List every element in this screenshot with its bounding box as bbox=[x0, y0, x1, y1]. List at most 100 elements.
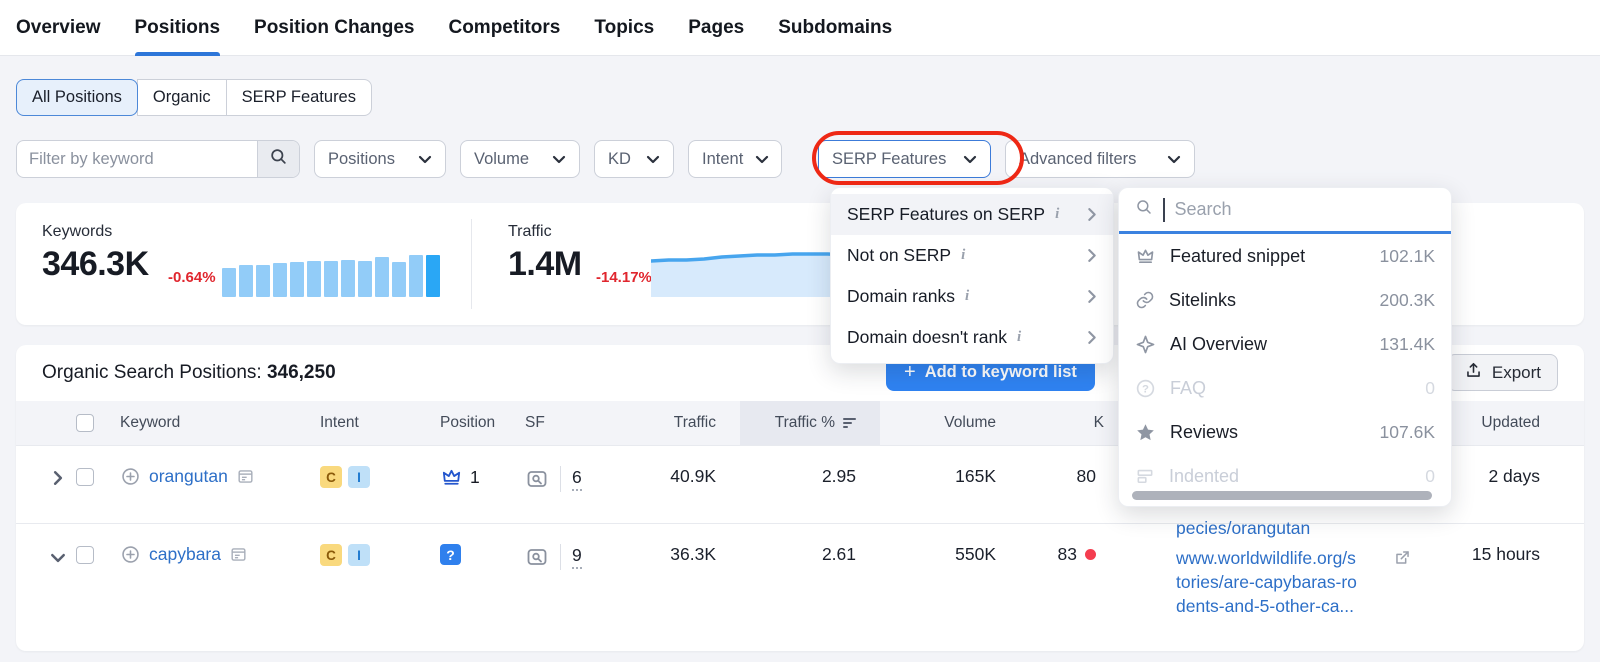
submenu-item-sitelinks[interactable]: Sitelinks 200.3K bbox=[1119, 278, 1451, 322]
submenu-item-reviews[interactable]: Reviews 107.6K bbox=[1119, 410, 1451, 454]
header-traffic[interactable]: Traffic bbox=[630, 414, 740, 432]
keywords-bar bbox=[409, 255, 423, 297]
header-updated[interactable]: Updated bbox=[1450, 414, 1584, 432]
keywords-stat-change: -0.64% bbox=[168, 269, 216, 286]
keywords-bar bbox=[358, 261, 372, 297]
keywords-bar bbox=[307, 261, 321, 297]
menu-item-not-on-serp[interactable]: Not on SERP i bbox=[831, 235, 1113, 276]
view-organic[interactable]: Organic bbox=[137, 79, 227, 116]
tab-competitors[interactable]: Competitors bbox=[448, 0, 560, 55]
people-also-ask-icon[interactable]: ? bbox=[440, 544, 461, 565]
filter-intent-label: Intent bbox=[702, 150, 743, 169]
updated-cell: 15 hours bbox=[1450, 524, 1584, 565]
keyword-link[interactable]: capybara bbox=[149, 544, 221, 565]
add-keyword-plus-icon[interactable] bbox=[120, 466, 141, 487]
tab-pages[interactable]: Pages bbox=[688, 0, 744, 55]
submenu-item-count: 107.6K bbox=[1380, 422, 1435, 443]
info-icon[interactable]: i bbox=[1017, 329, 1021, 346]
row-checkbox[interactable] bbox=[76, 546, 94, 564]
filter-volume-label: Volume bbox=[474, 150, 529, 169]
submenu-item-ai-overview[interactable]: AI Overview 131.4K bbox=[1119, 322, 1451, 366]
view-all-positions[interactable]: All Positions bbox=[16, 79, 138, 116]
url-link[interactable]: tories/are-capybaras-ro bbox=[1176, 570, 1450, 594]
info-icon[interactable]: i bbox=[965, 288, 969, 305]
info-icon[interactable]: i bbox=[1055, 206, 1059, 223]
view-serp-features[interactable]: SERP Features bbox=[226, 79, 372, 116]
intent-badge-informational[interactable]: I bbox=[348, 544, 370, 566]
search-icon bbox=[269, 147, 288, 171]
submenu-search-row: Search bbox=[1119, 188, 1451, 234]
menu-item-domain-ranks[interactable]: Domain ranks i bbox=[831, 276, 1113, 317]
submenu-scrollbar[interactable] bbox=[1132, 491, 1432, 500]
tab-position-changes[interactable]: Position Changes bbox=[254, 0, 414, 55]
collapse-row-button[interactable] bbox=[40, 524, 76, 569]
header-keyword[interactable]: Keyword bbox=[120, 414, 320, 432]
filter-intent-dropdown[interactable]: Intent bbox=[688, 140, 782, 178]
row-checkbox[interactable] bbox=[76, 468, 94, 486]
submenu-item-count: 131.4K bbox=[1380, 334, 1435, 355]
positions-view-switch: All Positions Organic SERP Features bbox=[16, 79, 372, 116]
submenu-item-count: 200.3K bbox=[1380, 290, 1435, 311]
intent-badge-commercial[interactable]: C bbox=[320, 544, 342, 566]
filter-serp-features-label: SERP Features bbox=[832, 150, 946, 169]
header-kd[interactable]: K bbox=[1020, 414, 1120, 432]
info-icon[interactable]: i bbox=[961, 247, 965, 264]
tab-topics[interactable]: Topics bbox=[594, 0, 654, 55]
menu-item-serp-features-on-serp[interactable]: SERP Features on SERP i bbox=[831, 194, 1113, 235]
submenu-item-featured-snippet[interactable]: Featured snippet 102.1K bbox=[1119, 234, 1451, 278]
keyword-link[interactable]: orangutan bbox=[149, 466, 228, 487]
url-link[interactable]: dents-and-5-other-ca... bbox=[1176, 594, 1450, 618]
keyword-search-button[interactable] bbox=[257, 141, 299, 177]
add-keyword-plus-icon[interactable] bbox=[120, 544, 141, 565]
tab-subdomains[interactable]: Subdomains bbox=[778, 0, 892, 55]
serp-preview-icon[interactable] bbox=[236, 467, 255, 486]
export-button[interactable]: Export bbox=[1447, 354, 1558, 391]
keywords-stat-label: Keywords bbox=[42, 223, 112, 241]
filter-volume-dropdown[interactable]: Volume bbox=[460, 140, 580, 178]
traffic-stat-value: 1.4M bbox=[508, 245, 582, 284]
updated-cell: 2 days bbox=[1450, 446, 1584, 487]
sf-divider bbox=[560, 466, 561, 492]
kd-cell: 83 bbox=[1020, 524, 1120, 565]
menu-item-domain-doesnt-rank[interactable]: Domain doesn't rank i bbox=[831, 317, 1113, 358]
serp-snapshot-icon[interactable] bbox=[525, 545, 549, 569]
filter-kd-dropdown[interactable]: KD bbox=[594, 140, 674, 178]
chevron-right-icon bbox=[52, 470, 64, 491]
keywords-bar bbox=[273, 263, 287, 297]
chevron-right-icon bbox=[1087, 330, 1097, 345]
filter-serp-features-dropdown[interactable]: SERP Features bbox=[818, 140, 991, 178]
filter-advanced-dropdown[interactable]: Advanced filters bbox=[1005, 140, 1195, 178]
header-volume[interactable]: Volume bbox=[880, 414, 1020, 432]
expand-row-button[interactable] bbox=[40, 446, 76, 491]
tab-positions[interactable]: Positions bbox=[135, 0, 221, 55]
header-traffic-pct[interactable]: Traffic % bbox=[740, 401, 880, 445]
filter-kd-label: KD bbox=[608, 150, 631, 169]
sf-count[interactable]: 9 bbox=[572, 545, 582, 569]
traffic-stat-change: -14.17% bbox=[596, 269, 652, 286]
external-link-icon[interactable] bbox=[1393, 548, 1412, 573]
header-intent[interactable]: Intent bbox=[320, 414, 440, 432]
tab-overview[interactable]: Overview bbox=[16, 0, 101, 55]
intent-badge-commercial[interactable]: C bbox=[320, 466, 342, 488]
keyword-filter-input[interactable]: Filter by keyword bbox=[17, 141, 257, 177]
header-sf[interactable]: SF bbox=[525, 414, 630, 432]
menu-item-label: SERP Features on SERP bbox=[847, 204, 1045, 225]
select-all-checkbox[interactable] bbox=[76, 414, 94, 432]
featured-snippet-crown-icon[interactable] bbox=[440, 466, 463, 489]
serp-preview-icon[interactable] bbox=[229, 545, 248, 564]
submenu-item-label: FAQ bbox=[1170, 378, 1206, 399]
serp-snapshot-icon[interactable] bbox=[525, 467, 549, 491]
traffic-cell: 40.9K bbox=[630, 446, 740, 487]
export-label: Export bbox=[1492, 363, 1541, 383]
chevron-right-icon bbox=[1087, 248, 1097, 263]
traffic-pct-cell: 2.95 bbox=[740, 446, 880, 487]
sitelinks-link-icon bbox=[1135, 290, 1155, 310]
header-position[interactable]: Position bbox=[440, 414, 525, 432]
kd-cell: 80 bbox=[1020, 446, 1120, 487]
submenu-search-input[interactable]: Search bbox=[1175, 199, 1232, 220]
filter-positions-dropdown[interactable]: Positions bbox=[314, 140, 446, 178]
intent-cell: C I bbox=[320, 446, 440, 488]
intent-badge-informational[interactable]: I bbox=[348, 466, 370, 488]
sf-count[interactable]: 6 bbox=[572, 467, 582, 491]
row-checkbox-cell bbox=[76, 446, 120, 486]
